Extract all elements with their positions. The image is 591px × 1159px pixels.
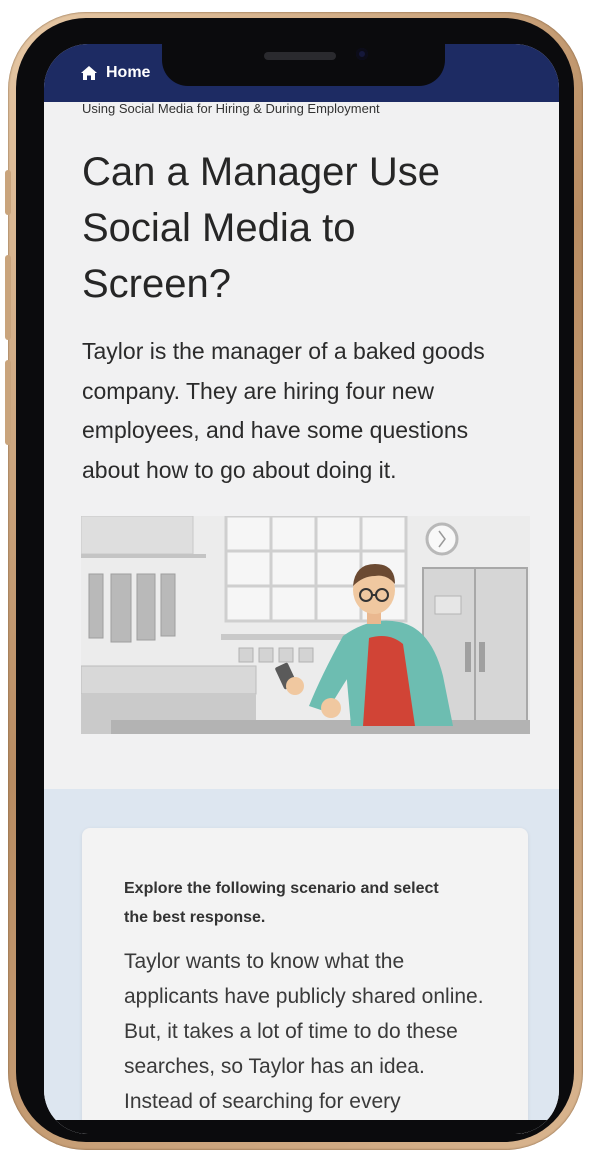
home-icon <box>81 66 97 80</box>
speaker-grille <box>264 52 336 60</box>
phone-screen: Home Using Social Media for Hiring & Dur… <box>44 44 559 1134</box>
scenario-card: Explore the following scenario and selec… <box>82 828 528 1134</box>
phone-volume-down-button <box>5 360 11 445</box>
home-link[interactable]: Home <box>80 64 150 82</box>
camera-icon <box>356 48 368 60</box>
scenario-prompt: Explore the following scenario and selec… <box>124 880 439 926</box>
kitchen-manager-illustration <box>81 516 530 734</box>
screen-bottom-bezel <box>44 1120 559 1134</box>
home-label: Home <box>106 64 151 81</box>
phone-side-button <box>5 170 11 215</box>
page-title: Can a Manager Use Social Media to Screen… <box>82 150 440 306</box>
breadcrumb[interactable]: Using Social Media for Hiring & During E… <box>82 101 380 116</box>
scenario-text: Taylor wants to know what the applicants… <box>124 950 484 1113</box>
phone-volume-up-button <box>5 255 11 340</box>
phone-notch <box>162 42 445 86</box>
intro-paragraph: Taylor is the manager of a baked goods c… <box>82 338 485 483</box>
